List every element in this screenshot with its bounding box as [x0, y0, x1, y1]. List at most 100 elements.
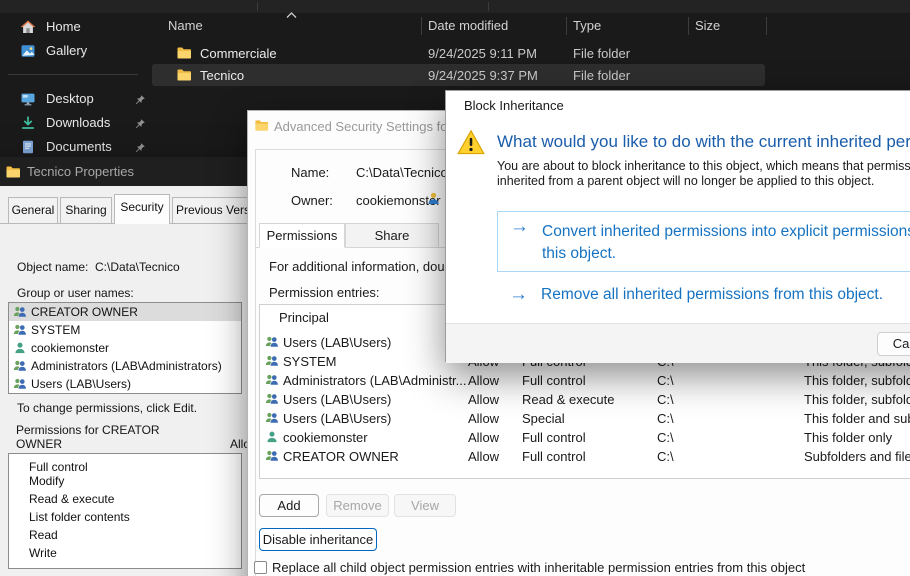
permission-item[interactable]: Read & execute: [9, 490, 241, 508]
remove-button[interactable]: Remove: [326, 494, 389, 517]
file-row-tecnico[interactable]: Tecnico 9/24/2025 9:37 PM File folder: [152, 64, 765, 86]
entry-inherited-from: C:\: [657, 392, 674, 407]
column-divider[interactable]: [566, 17, 567, 35]
table-row[interactable]: Users (LAB\Users) Allow Special C:\ This…: [260, 409, 910, 428]
tab-security[interactable]: Security: [114, 194, 170, 224]
entry-inherited-from: C:\: [657, 449, 674, 464]
object-name-value: C:\Data\Tecnico: [95, 260, 180, 274]
permission-item[interactable]: List folder contents: [9, 508, 241, 526]
tab-general[interactable]: General: [8, 197, 58, 223]
permission-entries-label: Permission entries:: [269, 285, 380, 300]
convert-permissions-command-link[interactable]: → Convert inherited permissions into exp…: [497, 211, 910, 272]
folder-icon: [254, 118, 269, 133]
edit-hint-text: To change permissions, click Edit.: [17, 401, 197, 415]
group-icon: [13, 323, 27, 337]
permission-item[interactable]: Modify: [9, 472, 241, 490]
principal-item-users[interactable]: Users (LAB\Users): [9, 375, 241, 393]
sidebar-item-label: Documents: [46, 139, 112, 154]
principal-item-administrators[interactable]: Administrators (LAB\Administrators): [9, 357, 241, 375]
file-row-commerciale[interactable]: Commerciale 9/24/2025 9:11 PM File folde…: [152, 42, 765, 64]
sort-ascending-icon[interactable]: [286, 6, 297, 24]
block-inheritance-title: Block Inheritance: [464, 98, 564, 113]
owner-user-icon: [426, 191, 441, 211]
group-icon: [265, 335, 279, 349]
permission-item[interactable]: Write: [9, 544, 241, 562]
tab-sharing[interactable]: Sharing: [60, 197, 112, 223]
convert-permissions-line1: Convert inherited permissions into expli…: [542, 223, 910, 241]
warning-icon: [457, 129, 485, 161]
tab-permissions[interactable]: Permissions: [259, 223, 345, 248]
toolbar-divider: [257, 2, 258, 11]
entry-access: Full control: [522, 449, 586, 464]
block-dialog-footer: Cancel: [446, 323, 910, 363]
sidebar-item-home[interactable]: Home: [6, 15, 146, 39]
column-header-date-modified[interactable]: Date modified: [428, 13, 508, 39]
column-divider[interactable]: [766, 17, 767, 35]
file-name: Commerciale: [200, 46, 277, 61]
group-icon: [265, 392, 279, 406]
column-divider[interactable]: [421, 17, 422, 35]
entry-inherited-from: C:\: [657, 373, 674, 388]
sidebar-item-downloads[interactable]: Downloads: [6, 111, 146, 135]
principal-item-creator-owner[interactable]: CREATOR OWNER: [9, 303, 241, 321]
user-icon: [265, 430, 279, 444]
entry-principal: cookiemonster: [283, 430, 368, 445]
tab-share[interactable]: Share: [345, 223, 439, 248]
file-type: File folder: [573, 46, 630, 61]
sidebar-item-gallery[interactable]: Gallery: [6, 39, 146, 63]
table-row[interactable]: cookiemonster Allow Full control C:\ Thi…: [260, 428, 910, 447]
permission-label: Read & execute: [29, 492, 114, 506]
permissions-for-label-line2: OWNER: [16, 437, 62, 451]
pin-icon: [134, 93, 146, 105]
table-row[interactable]: Administrators (LAB\Administr... Allow F…: [260, 371, 910, 390]
desktop-icon: [20, 91, 36, 107]
sidebar-item-documents[interactable]: Documents: [6, 135, 146, 159]
arrow-right-icon: →: [510, 216, 529, 238]
explorer-toolbar-edge: [0, 0, 910, 13]
convert-permissions-line2: this object.: [542, 245, 616, 263]
column-header-name[interactable]: Name: [168, 13, 203, 39]
principal-column-header[interactable]: Principal: [279, 310, 329, 325]
sidebar-divider: [8, 74, 138, 75]
column-header-size[interactable]: Size: [695, 13, 720, 39]
entry-inherited-from: C:\: [657, 411, 674, 426]
permission-label: Read: [29, 528, 58, 542]
column-header-type[interactable]: Type: [573, 13, 601, 39]
name-value: C:\Data\Tecnico: [356, 165, 448, 180]
documents-icon: [20, 139, 36, 155]
entry-principal: Users (LAB\Users): [283, 392, 391, 407]
cancel-button[interactable]: Cancel: [877, 332, 910, 356]
entry-applies-to: This folder, subfolders and files: [804, 392, 910, 407]
folder-icon: [5, 164, 21, 180]
add-button[interactable]: Add: [259, 494, 319, 517]
table-row[interactable]: CREATOR OWNER Allow Full control C:\ Sub…: [260, 447, 910, 466]
entry-applies-to: This folder, subfolders and files: [804, 373, 910, 388]
user-icon: [13, 341, 27, 355]
view-button[interactable]: View: [394, 494, 456, 517]
remove-permissions-command-link[interactable]: → Remove all inherited permissions from …: [497, 284, 910, 308]
principal-name: SYSTEM: [31, 323, 80, 337]
file-name: Tecnico: [200, 68, 244, 83]
permission-label: List folder contents: [29, 510, 130, 524]
table-row[interactable]: Users (LAB\Users) Allow Read & execute C…: [260, 390, 910, 409]
principal-item-cookiemonster[interactable]: cookiemonster: [9, 339, 241, 357]
permissions-listbox[interactable]: Full control Modify Read & execute List …: [8, 453, 242, 569]
group-user-listbox[interactable]: CREATOR OWNER SYSTEM cookiemonster: [8, 302, 242, 394]
replace-permissions-checkbox[interactable]: [254, 561, 267, 574]
sidebar-item-desktop[interactable]: Desktop: [6, 87, 146, 111]
principal-name: Users (LAB\Users): [31, 377, 131, 391]
entry-access: Full control: [522, 373, 586, 388]
sidebar-item-label: Home: [46, 19, 81, 34]
permission-item[interactable]: Read: [9, 526, 241, 544]
entry-access: Read & execute: [522, 392, 615, 407]
principal-item-system[interactable]: SYSTEM: [9, 321, 241, 339]
disable-inheritance-button[interactable]: Disable inheritance: [259, 528, 377, 551]
entry-type: Allow: [468, 411, 499, 426]
column-divider[interactable]: [688, 17, 689, 35]
block-inheritance-dialog: Block Inheritance What would you like to…: [445, 90, 910, 362]
entry-principal: SYSTEM: [283, 354, 336, 369]
entry-inherited-from: C:\: [657, 430, 674, 445]
sidebar-item-label: Gallery: [46, 43, 87, 58]
file-date: 9/24/2025 9:37 PM: [428, 68, 538, 83]
object-name-label: Object name:: [17, 260, 88, 274]
